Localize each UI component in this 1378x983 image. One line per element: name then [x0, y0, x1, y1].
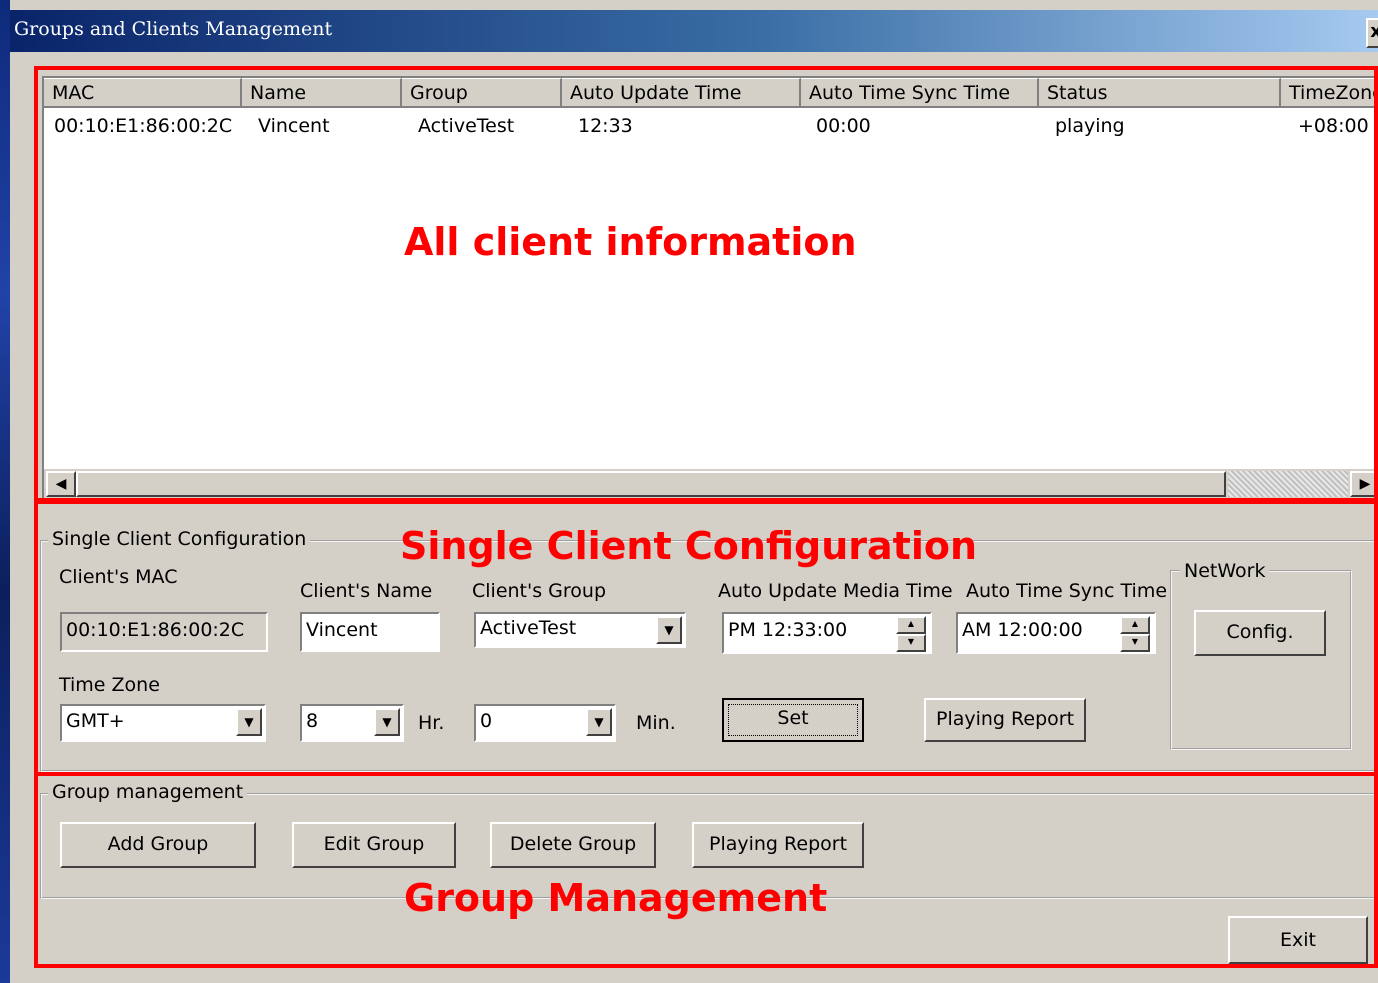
close-button[interactable]: x — [1366, 18, 1378, 48]
auto-time-sync-time-value: AM 12:00:00 — [962, 619, 1083, 641]
client-mac-label: Client's MAC — [59, 566, 178, 588]
scroll-track[interactable] — [1228, 471, 1348, 497]
cell-name: Vincent — [258, 115, 330, 137]
group-management-title: Group management — [48, 781, 248, 803]
exit-button[interactable]: Exit — [1228, 916, 1368, 964]
playing-report-button[interactable]: Playing Report — [924, 698, 1086, 742]
hour-label: Hr. — [418, 712, 445, 734]
delete-group-button[interactable]: Delete Group — [490, 822, 656, 868]
window-title: Groups and Clients Management — [14, 18, 333, 40]
client-name-label: Client's Name — [300, 580, 433, 602]
auto-time-sync-time-input[interactable]: AM 12:00:00 ▲ ▼ — [956, 612, 1156, 654]
cell-auto-time-sync-time: 00:00 — [816, 115, 871, 137]
time-zone-label: Time Zone — [59, 674, 160, 696]
column-header-group[interactable]: Group — [402, 78, 562, 108]
cell-group: ActiveTest — [418, 115, 515, 137]
arrow-left-icon: ◀ — [55, 476, 67, 492]
network-title: NetWork — [1180, 560, 1270, 582]
spin-down-icon[interactable]: ▼ — [896, 634, 926, 652]
client-list[interactable]: MAC Name Group Auto Update Time Auto Tim… — [42, 76, 1378, 500]
spin-down-icon[interactable]: ▼ — [1120, 634, 1150, 652]
chevron-down-icon[interactable]: ▼ — [586, 708, 612, 736]
auto-update-media-time-value: PM 12:33:00 — [728, 619, 848, 641]
client-group-select[interactable]: ActiveTest ▼ — [474, 612, 686, 648]
column-header-auto-update-time[interactable]: Auto Update Time — [562, 78, 801, 108]
hour-select[interactable]: 8 ▼ — [300, 704, 404, 742]
horizontal-scrollbar[interactable]: ◀ ▶ — [44, 468, 1378, 499]
cell-auto-update-time: 12:33 — [578, 115, 633, 137]
cell-mac: 00:10:E1:86:00:2C — [54, 115, 233, 137]
chevron-down-icon[interactable]: ▼ — [656, 616, 682, 644]
desktop-background — [0, 0, 10, 983]
arrow-right-icon: ▶ — [1359, 476, 1371, 492]
column-header-name[interactable]: Name — [242, 78, 402, 108]
sync-time-spinner[interactable]: ▲ ▼ — [1120, 616, 1150, 652]
add-group-button[interactable]: Add Group — [60, 822, 256, 868]
close-icon: x — [1370, 21, 1378, 42]
scroll-right-button[interactable]: ▶ — [1350, 471, 1378, 497]
minute-label: Min. — [636, 712, 676, 734]
network-group — [1170, 570, 1352, 750]
minute-select[interactable]: 0 ▼ — [474, 704, 616, 742]
group-playing-report-button[interactable]: Playing Report — [692, 822, 864, 868]
cell-timezone: +08:00 — [1298, 115, 1369, 137]
spin-up-icon[interactable]: ▲ — [896, 616, 926, 634]
title-bar: Groups and Clients Management x — [10, 10, 1378, 52]
scroll-left-button[interactable]: ◀ — [46, 471, 76, 497]
time-zone-select[interactable]: GMT+ ▼ — [60, 704, 266, 742]
cell-status: playing — [1055, 115, 1125, 137]
column-header-status[interactable]: Status — [1039, 78, 1281, 108]
chevron-down-icon[interactable]: ▼ — [374, 708, 400, 736]
annotation-single-client-config: Single Client Configuration — [400, 524, 978, 568]
chevron-down-icon[interactable]: ▼ — [236, 708, 262, 736]
auto-time-sync-time-label: Auto Time Sync Time — [966, 580, 1168, 602]
update-time-spinner[interactable]: ▲ ▼ — [896, 616, 926, 652]
minute-value: 0 — [480, 710, 493, 732]
groups-clients-window: Groups and Clients Management x MAC Name… — [10, 0, 1378, 983]
time-zone-value: GMT+ — [66, 710, 125, 732]
network-config-button[interactable]: Config. — [1194, 610, 1326, 656]
client-group-label: Client's Group — [472, 580, 607, 602]
table-row[interactable]: 00:10:E1:86:00:2C Vincent ActiveTest 12:… — [44, 112, 1378, 140]
client-name-input[interactable]: Vincent — [300, 612, 440, 652]
spin-up-icon[interactable]: ▲ — [1120, 616, 1150, 634]
edit-group-button[interactable]: Edit Group — [292, 822, 456, 868]
auto-update-media-time-label: Auto Update Media Time — [718, 580, 953, 602]
column-header-auto-time-sync-time[interactable]: Auto Time Sync Time — [801, 78, 1039, 108]
annotation-group-management: Group Management — [404, 876, 828, 920]
client-group-value: ActiveTest — [480, 617, 577, 639]
column-header-mac[interactable]: MAC — [44, 78, 242, 108]
single-client-config-title: Single Client Configuration — [48, 528, 311, 550]
scroll-thumb[interactable] — [76, 471, 1226, 497]
annotation-all-client-info: All client information — [404, 220, 857, 264]
hour-value: 8 — [306, 710, 319, 732]
column-header-timezone[interactable]: TimeZone — [1281, 78, 1378, 108]
auto-update-media-time-input[interactable]: PM 12:33:00 ▲ ▼ — [722, 612, 932, 654]
client-mac-field: 00:10:E1:86:00:2C — [60, 612, 268, 652]
set-button[interactable]: Set — [722, 698, 864, 742]
